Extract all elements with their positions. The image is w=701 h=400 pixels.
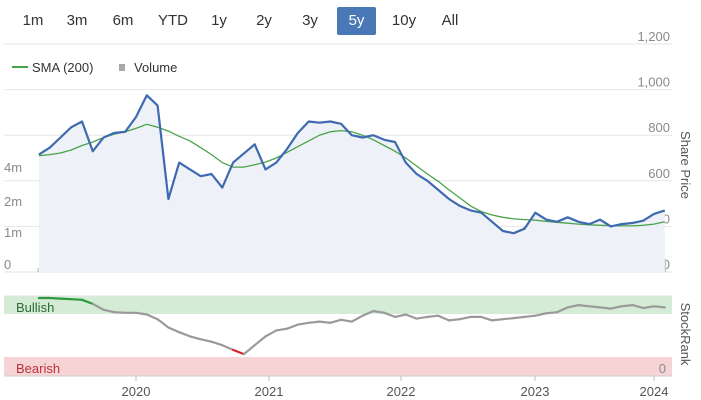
x-tick-label: 2023 (521, 384, 550, 399)
stockrank-segment (329, 318, 343, 324)
stockrank-segment (232, 348, 245, 356)
x-tick-label: 2020 (122, 384, 151, 399)
legend-volume-swatch (119, 64, 125, 71)
stockrank-segment (588, 305, 602, 309)
stockrank-segment (415, 315, 429, 320)
price-axis-title: Share Price (678, 131, 693, 199)
price-tick-label: 800 (648, 120, 670, 135)
stockrank-segment (59, 297, 73, 301)
stockrank-segment (491, 318, 504, 322)
stockrank-segment (620, 304, 634, 308)
price-tick-label: 1,000 (637, 75, 670, 90)
stockrank-segment (188, 335, 202, 341)
stockrank-segment (523, 314, 537, 318)
stockrank-segment (350, 314, 364, 323)
stockrank-segment (512, 315, 526, 320)
stockrank-segment (404, 313, 418, 320)
bullish-band (4, 296, 672, 314)
stockrank-segment (447, 318, 461, 322)
stockrank-segment (199, 338, 213, 343)
volume-tick-label: 4m (4, 160, 22, 175)
stockrank-segment (264, 329, 278, 338)
stockrank-segment (286, 323, 299, 330)
stockrank-segment (480, 315, 494, 322)
volume-tick-label: 2m (4, 194, 22, 209)
x-tick-label: 2022 (387, 384, 416, 399)
x-tick-label: 2024 (640, 384, 669, 399)
stockrank-segment (242, 344, 256, 356)
stockrank-segment (221, 344, 235, 351)
stockrank-segment (48, 296, 62, 300)
stockrank-segment (437, 314, 451, 322)
price-tick-label: 1,200 (637, 29, 670, 44)
rank-axis-title: StockRank (678, 303, 693, 366)
stockrank-segment (501, 317, 515, 321)
stockrank-segment (253, 335, 267, 347)
stockrank-segment (296, 321, 310, 326)
stockrank-segment (458, 315, 472, 321)
volume-tick-label: 0 (4, 257, 11, 272)
stockrank-segment (178, 331, 192, 338)
stockrank-segment (210, 340, 224, 347)
x-tick-label: 2021 (255, 384, 284, 399)
price-tick-label: 600 (648, 166, 670, 181)
stockrank-segment (70, 298, 84, 301)
stockrank-segment (652, 305, 666, 309)
stockrank-segment (307, 320, 321, 324)
chart: 1,2001,0008006004002004m2m1m0SMA (200)Vo… (4, 29, 693, 399)
stockrank-segment (339, 318, 353, 323)
stockrank-segment (156, 318, 170, 329)
stockrank-segment (318, 320, 332, 324)
legend-sma-label: SMA (200) (32, 60, 93, 75)
stockrank-segment (544, 311, 559, 315)
stockrank-segment (393, 313, 407, 318)
volume-tick-label: 1m (4, 225, 22, 240)
bearish-label: Bearish (16, 361, 60, 376)
stockrank-segment (113, 311, 127, 314)
stockrank-segment (167, 326, 181, 334)
bullish-label: Bullish (16, 300, 54, 315)
stockrank-segment (145, 313, 159, 321)
bearish-band (4, 357, 672, 376)
stockrank-segment (577, 304, 591, 308)
stockrank-segment (598, 306, 612, 310)
stockrank-segment (426, 314, 440, 318)
stockrank-segment (275, 327, 289, 332)
legend-volume-label: Volume (134, 60, 177, 75)
rank-tick-label: 0 (659, 361, 666, 376)
